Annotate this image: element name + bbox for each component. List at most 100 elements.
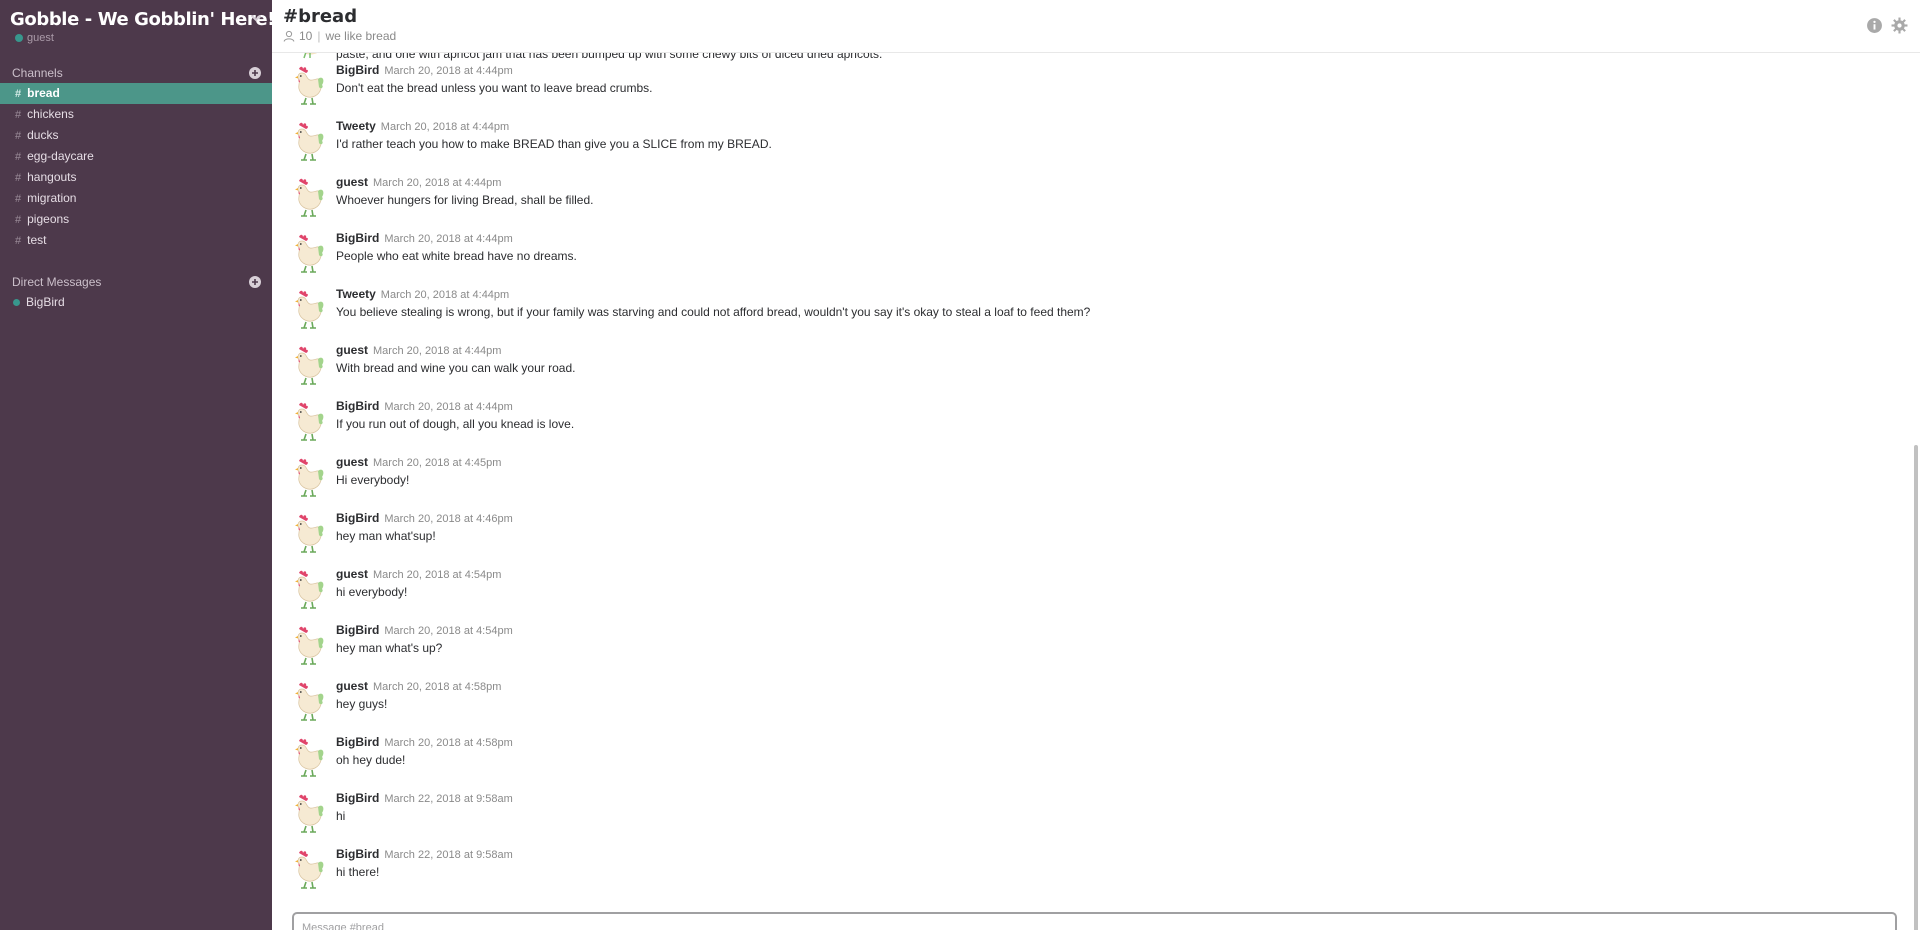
message-row[interactable]: BigBird March 20, 2018 at 4:44pm Don't eat… xyxy=(272,63,1872,119)
add-direct-message-icon[interactable] xyxy=(249,276,261,288)
message-row[interactable]: guest March 20, 2018 at 4:44pm With bread … xyxy=(272,343,1872,399)
message-timestamp[interactable]: March 20, 2018 at 4:58pm xyxy=(373,681,501,693)
channel-label: pigeons xyxy=(27,212,70,226)
message-timestamp[interactable]: March 20, 2018 at 4:45pm xyxy=(373,457,501,469)
message-author[interactable]: guest xyxy=(336,175,368,189)
gear-icon[interactable] xyxy=(1891,17,1908,34)
message-author[interactable]: guest xyxy=(336,567,368,581)
sidebar-channel-migration[interactable]: # migration xyxy=(0,188,272,209)
message-text: Hi everybody! xyxy=(336,473,410,487)
message-timestamp[interactable]: March 20, 2018 at 4:58pm xyxy=(384,737,512,749)
sidebar-channel-egg-daycare[interactable]: # egg-daycare xyxy=(0,146,272,167)
rooster-icon xyxy=(295,122,324,161)
message-row[interactable]: guest March 20, 2018 at 4:45pm Hi everybod… xyxy=(272,455,1872,511)
message-timestamp[interactable]: March 20, 2018 at 4:44pm xyxy=(381,121,509,133)
message-timestamp[interactable]: March 20, 2018 at 4:44pm xyxy=(384,401,512,413)
message-author[interactable]: Tweety xyxy=(336,287,376,301)
sidebar-channel-test[interactable]: # test xyxy=(0,230,272,251)
message-author[interactable]: BigBird xyxy=(336,735,379,749)
message-row[interactable]: BigBird March 20, 2018 at 4:58pm oh hey du… xyxy=(272,735,1872,791)
hash-icon: # xyxy=(15,151,22,163)
message-header: guest March 20, 2018 at 4:44pm xyxy=(336,343,501,357)
message-timestamp[interactable]: March 20, 2018 at 4:44pm xyxy=(384,65,512,77)
message-timestamp[interactable]: March 22, 2018 at 9:58am xyxy=(384,793,512,805)
sidebar-dm-bigbird[interactable]: BigBird xyxy=(0,292,272,312)
message-text: I'd rather teach you how to make BREAD t… xyxy=(336,137,772,151)
message-timestamp[interactable]: March 22, 2018 at 9:58am xyxy=(384,849,512,861)
direct-messages-header[interactable]: Direct Messages xyxy=(0,272,272,292)
message-list[interactable]: paste, and one with apricot jam that has… xyxy=(272,40,1910,910)
message-author[interactable]: guest xyxy=(336,679,368,693)
message-author[interactable]: guest xyxy=(336,455,368,469)
scrollbar-track[interactable] xyxy=(1910,53,1920,930)
message-row[interactable]: Tweety March 20, 2018 at 4:44pm I'd rather… xyxy=(272,119,1872,175)
team-header[interactable]: Gobble - We Gobblin' Here! guest xyxy=(0,0,275,50)
message-text: hey guys! xyxy=(336,697,388,711)
sidebar-channel-pigeons[interactable]: # pigeons xyxy=(0,209,272,230)
message-row[interactable]: Tweety March 20, 2018 at 4:44pm You believ… xyxy=(272,287,1872,343)
message-input-placeholder: Message #bread xyxy=(302,922,384,930)
message-author[interactable]: BigBird xyxy=(336,511,379,525)
message-row[interactable]: BigBird March 22, 2018 at 9:58am hi there! xyxy=(272,847,1872,903)
message-timestamp[interactable]: March 20, 2018 at 4:44pm xyxy=(373,345,501,357)
message-row[interactable]: BigBird March 20, 2018 at 4:44pm If you ru… xyxy=(272,399,1872,455)
rooster-icon xyxy=(295,738,324,777)
message-timestamp[interactable]: March 20, 2018 at 4:54pm xyxy=(373,569,501,581)
message-timestamp[interactable]: March 20, 2018 at 4:44pm xyxy=(384,233,512,245)
main-panel: #bread 10 | we like bread paste, and one… xyxy=(272,0,1920,930)
message-header: guest March 20, 2018 at 4:54pm xyxy=(336,567,501,581)
member-count[interactable]: 10 xyxy=(299,29,312,43)
message-row[interactable]: BigBird March 20, 2018 at 4:54pm hey man w… xyxy=(272,623,1872,679)
scrollbar-thumb[interactable] xyxy=(1914,445,1918,930)
message-row[interactable]: BigBird March 22, 2018 at 9:58am hi xyxy=(272,791,1872,847)
message-timestamp[interactable]: March 20, 2018 at 4:44pm xyxy=(381,289,509,301)
message-text: If you run out of dough, all you knead i… xyxy=(336,417,575,431)
add-channel-icon[interactable] xyxy=(249,67,261,79)
user-status: guest xyxy=(15,32,272,44)
rooster-icon xyxy=(295,794,324,833)
sidebar-channel-chickens[interactable]: # chickens xyxy=(0,104,272,125)
message-header: BigBird March 22, 2018 at 9:58am xyxy=(336,791,513,805)
message-timestamp[interactable]: March 20, 2018 at 4:46pm xyxy=(384,513,512,525)
message-author[interactable]: Tweety xyxy=(336,119,376,133)
team-name[interactable]: Gobble - We Gobblin' Here! xyxy=(10,9,275,30)
message-author[interactable]: guest xyxy=(336,343,368,357)
message-timestamp[interactable]: March 20, 2018 at 4:44pm xyxy=(373,177,501,189)
hash-icon: # xyxy=(15,88,22,100)
message-header: BigBird March 20, 2018 at 4:54pm xyxy=(336,623,513,637)
message-row[interactable]: BigBird March 20, 2018 at 4:46pm hey man w… xyxy=(272,511,1872,567)
message-header: BigBird March 22, 2018 at 9:58am xyxy=(336,847,513,861)
chevron-down-icon[interactable] xyxy=(248,10,264,26)
message-input[interactable]: Message #bread xyxy=(292,912,1897,930)
message-row[interactable]: guest March 20, 2018 at 4:58pm hey guys! xyxy=(272,679,1872,735)
user-icon[interactable] xyxy=(283,30,295,42)
message-row[interactable]: BigBird March 20, 2018 at 4:44pm People wh… xyxy=(272,231,1872,287)
message-author[interactable]: BigBird xyxy=(336,847,379,861)
message-author[interactable]: BigBird xyxy=(336,623,379,637)
direct-message-list: BigBird xyxy=(0,292,272,312)
hash-icon: # xyxy=(15,109,22,121)
info-icon[interactable] xyxy=(1866,17,1883,34)
message-author[interactable]: BigBird xyxy=(336,791,379,805)
message-header: BigBird March 20, 2018 at 4:44pm xyxy=(336,399,513,413)
rooster-icon xyxy=(295,626,324,665)
sidebar: Gobble - We Gobblin' Here! guest Channel… xyxy=(0,0,275,930)
message-row[interactable]: guest March 20, 2018 at 4:54pm hi everybod… xyxy=(272,567,1872,623)
channel-label: chickens xyxy=(27,107,74,121)
message-author[interactable]: BigBird xyxy=(336,231,379,245)
message-header: BigBird March 20, 2018 at 4:44pm xyxy=(336,231,513,245)
sidebar-channel-hangouts[interactable]: # hangouts xyxy=(0,167,272,188)
channel-label: hangouts xyxy=(27,170,77,184)
rooster-icon xyxy=(295,178,324,217)
channel-purpose: we like bread xyxy=(325,29,397,43)
message-author[interactable]: BigBird xyxy=(336,399,379,413)
channels-header[interactable]: Channels xyxy=(0,63,272,83)
rooster-icon xyxy=(295,850,324,889)
message-row[interactable]: guest March 20, 2018 at 4:44pm Whoever hun… xyxy=(272,175,1872,231)
sidebar-channel-bread[interactable]: # bread xyxy=(0,83,272,104)
sidebar-channel-ducks[interactable]: # ducks xyxy=(0,125,272,146)
message-timestamp[interactable]: March 20, 2018 at 4:54pm xyxy=(384,625,512,637)
message-author[interactable]: BigBird xyxy=(336,63,379,77)
message-header: guest March 20, 2018 at 4:58pm xyxy=(336,679,501,693)
message-text: You believe stealing is wrong, but if yo… xyxy=(336,305,1091,319)
